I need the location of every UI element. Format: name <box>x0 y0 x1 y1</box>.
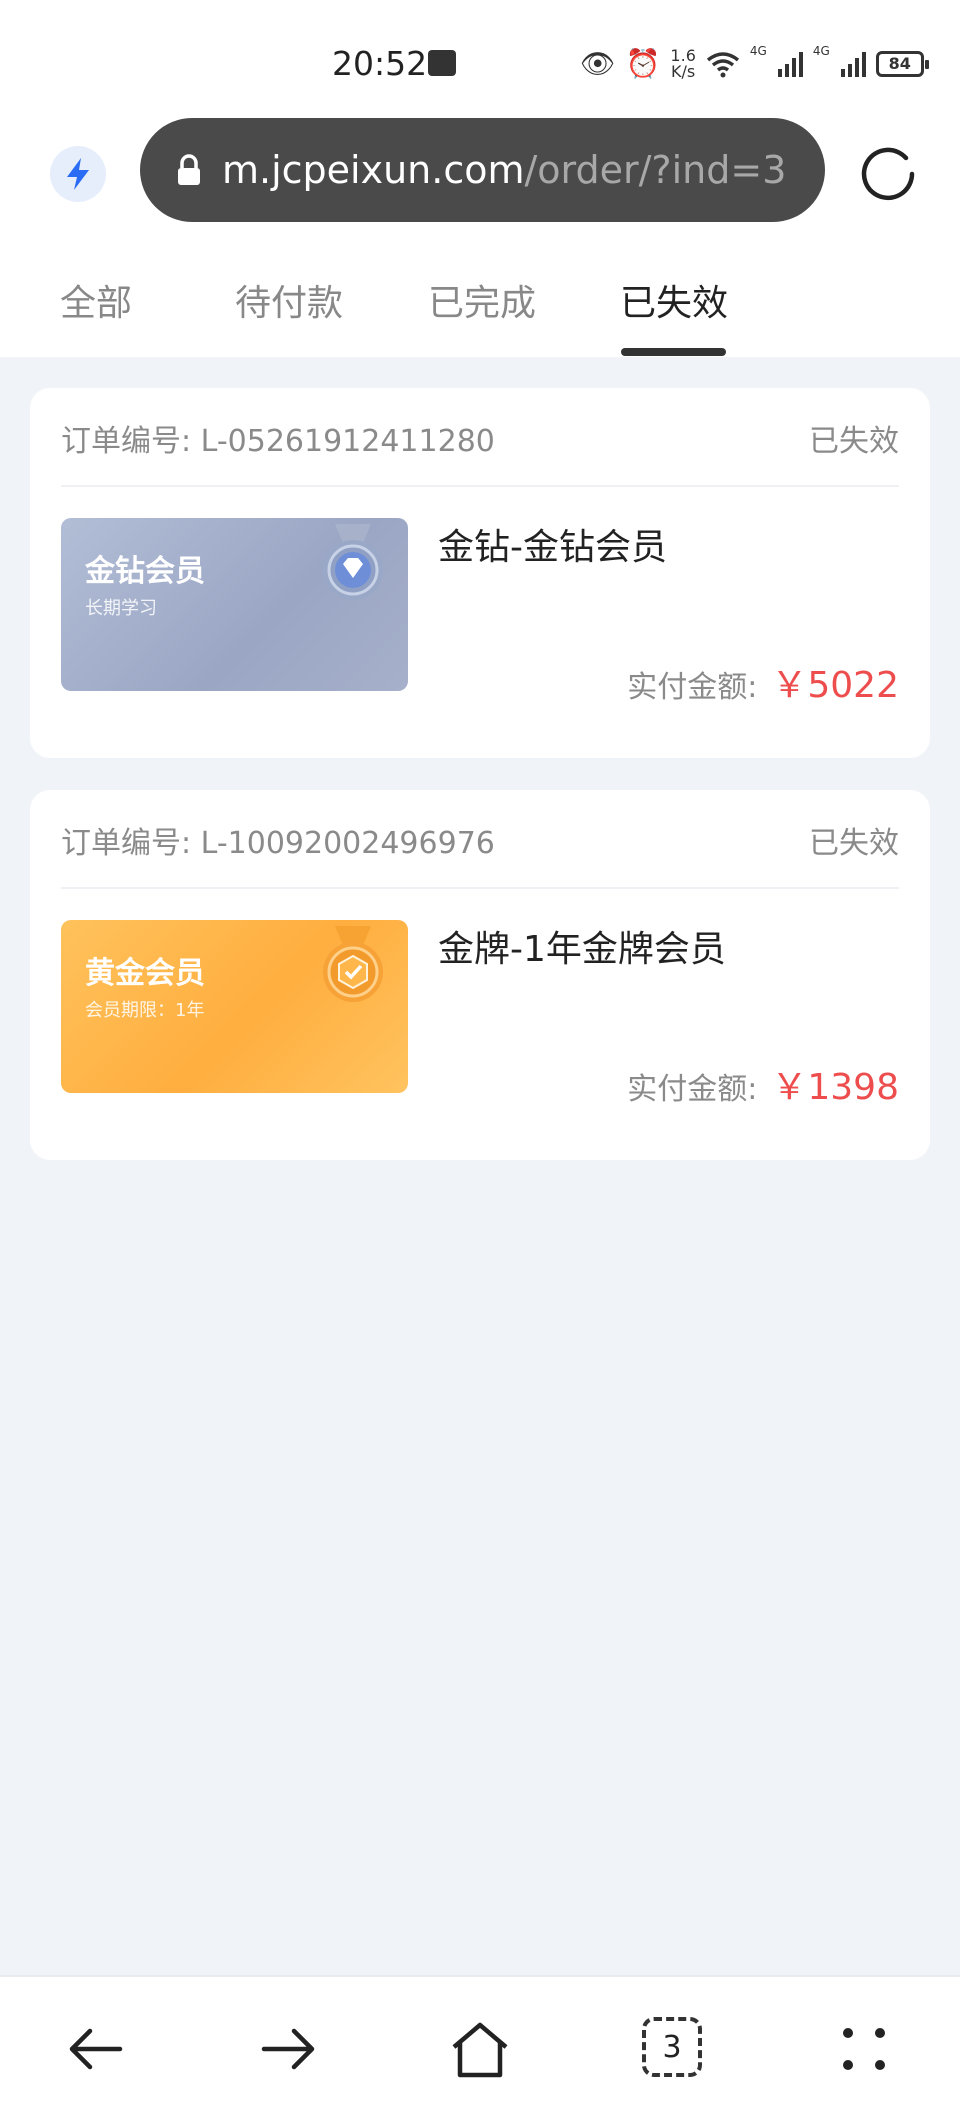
address-bar[interactable]: m.jcpeixun.com/order/?ind=3 <box>140 118 825 222</box>
tab-expired[interactable]: 已失效 <box>620 274 728 326</box>
product-thumbnail[interactable]: 金钻会员 长期学习 <box>61 518 408 691</box>
price-label: 实付金额: <box>627 1072 758 1107</box>
back-arrow-icon <box>69 2028 123 2070</box>
order-number: 订单编号: L-05261912411280 <box>61 424 495 459</box>
gold-medal-icon <box>323 926 383 1002</box>
home-icon <box>452 2022 508 2078</box>
url-path: /order/?ind=3 <box>524 148 787 192</box>
price-row: 实付金额: ￥1398 <box>627 1058 899 1110</box>
eye-icon: 👁 <box>580 47 616 80</box>
thumbnail-subtitle: 长期学习 <box>85 598 157 619</box>
tab-all[interactable]: 全部 <box>60 274 132 326</box>
browser-bar: m.jcpeixun.com/order/?ind=3 <box>0 118 960 224</box>
order-number: 订单编号: L-10092002496976 <box>61 826 495 861</box>
thumbnail-title: 金钻会员 <box>85 554 205 589</box>
thumbnail-subtitle: 会员期限：1年 <box>85 1000 205 1021</box>
home-button[interactable] <box>448 2017 512 2081</box>
status-icons: 👁 ⏰ 1.6 K/s 4G 4G 84 <box>580 44 929 84</box>
price-row: 实付金额: ￥5022 <box>627 656 899 708</box>
reload-icon[interactable] <box>858 142 918 202</box>
alarm-icon: ⏰ <box>625 47 661 80</box>
forward-arrow-icon <box>261 2028 315 2070</box>
product-thumbnail[interactable]: 黄金会员 会员期限：1年 <box>61 920 408 1093</box>
order-header: 订单编号: L-05261912411280 已失效 <box>61 416 899 459</box>
lock-icon <box>178 154 200 185</box>
price-value: ￥5022 <box>771 665 899 706</box>
tab-count: 3 <box>662 2029 682 2065</box>
order-header: 订单编号: L-10092002496976 已失效 <box>61 818 899 861</box>
notification-icon <box>428 50 456 76</box>
signal-type-2: 4G <box>812 44 830 58</box>
browser-bottom-nav: 3 <box>0 1975 960 2121</box>
network-speed: 1.6 K/s <box>670 46 696 81</box>
divider <box>61 887 899 889</box>
diamond-medal-icon <box>323 524 383 600</box>
clock: 20:52 <box>332 44 428 83</box>
order-tabs: 全部 待付款 已完成 已失效 <box>0 224 960 357</box>
tabs-button[interactable]: 3 <box>642 2017 702 2077</box>
menu-dots-icon <box>843 2028 885 2070</box>
wifi-icon <box>706 52 739 78</box>
status-bar: 20:52 👁 ⏰ 1.6 K/s 4G 4G 84 <box>0 0 960 118</box>
bolt-icon[interactable] <box>50 146 106 202</box>
order-status: 已失效 <box>809 424 899 459</box>
signal-icon-2 <box>840 52 866 77</box>
active-tab-indicator <box>621 348 726 356</box>
tab-pending-payment[interactable]: 待付款 <box>235 274 343 326</box>
divider <box>61 485 899 487</box>
product-name[interactable]: 金钻-金钻会员 <box>438 518 667 570</box>
signal-icon <box>777 52 803 77</box>
back-button[interactable] <box>64 2017 128 2081</box>
forward-button[interactable] <box>256 2017 320 2081</box>
signal-type-1: 4G <box>749 44 767 58</box>
order-card[interactable]: 订单编号: L-05261912411280 已失效 金钻会员 长期学习 金钻-… <box>30 388 930 758</box>
price-label: 实付金额: <box>627 670 758 705</box>
battery-icon: 84 <box>875 51 929 77</box>
price-value: ￥1398 <box>771 1067 899 1108</box>
menu-button[interactable] <box>832 2017 896 2081</box>
product-name[interactable]: 金牌-1年金牌会员 <box>438 920 726 972</box>
tab-completed[interactable]: 已完成 <box>428 274 536 326</box>
url-host: m.jcpeixun.com <box>222 148 525 192</box>
order-status: 已失效 <box>809 826 899 861</box>
thumbnail-title: 黄金会员 <box>85 956 205 991</box>
order-card[interactable]: 订单编号: L-10092002496976 已失效 黄金会员 会员期限：1年 … <box>30 790 930 1160</box>
